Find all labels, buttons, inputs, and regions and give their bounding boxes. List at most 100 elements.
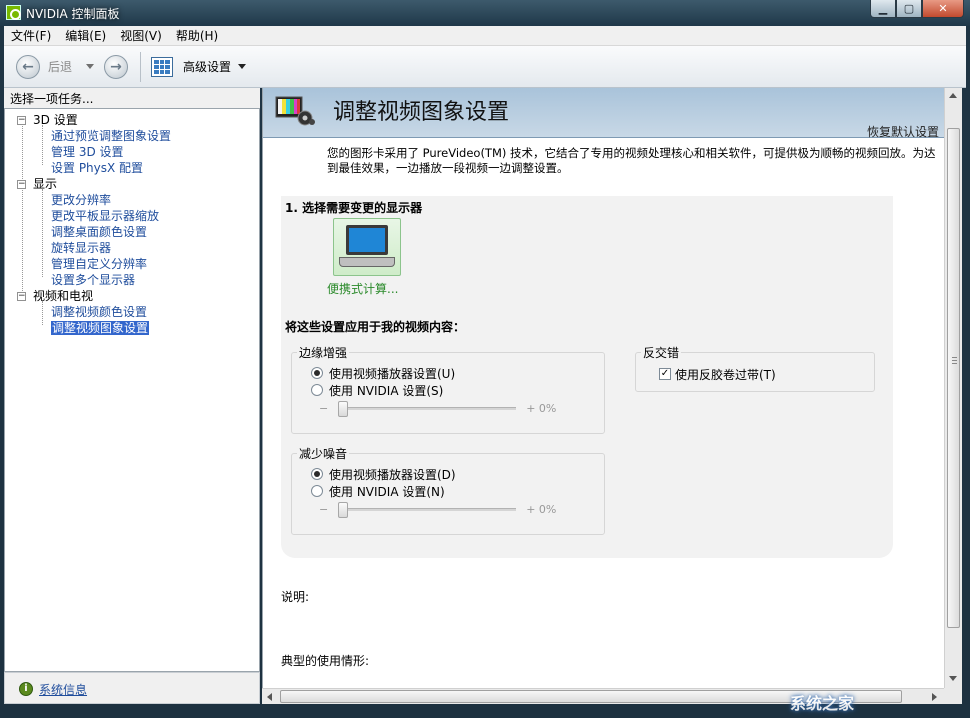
tree-item-manage-3d[interactable]: 管理 3D 设置 [51,145,124,159]
radio-unselected[interactable] [311,485,323,497]
noise-slider-thumb[interactable] [338,502,348,518]
chevron-down-icon[interactable] [238,64,246,69]
tree-group-label: 显示 [33,177,57,191]
scrollbar-corner [944,688,962,704]
checkbox-checked-icon[interactable]: ✓ [659,368,671,380]
scroll-down-icon[interactable] [949,676,957,681]
close-button[interactable]: ✕ [922,0,964,18]
maximize-button[interactable]: ▢ [896,0,922,18]
vertical-scrollbar[interactable] [944,88,962,688]
slider-value-label: + 0% [526,402,556,415]
edge-option1-label: 使用视频播放器设置(U) [329,365,455,382]
page-title: 调整视频图象设置 [333,94,509,126]
back-arrow-icon[interactable]: ← [16,55,40,79]
deinterlacing-legend: 反交错 [641,344,681,361]
window-controls: ▁ ▢ ✕ [870,0,964,18]
radio-unselected[interactable] [311,384,323,396]
menu-view[interactable]: 视图(V) [113,27,169,44]
tree-item-video-color[interactable]: 调整视频颜色设置 [51,305,147,319]
typical-usage-label: 典型的使用情形: [281,652,369,669]
inverse-telecine-label: 使用反胶卷过带(T) [675,366,776,383]
noise-option2-label: 使用 NVIDIA 设置(N) [329,483,445,500]
nvidia-app-icon [6,5,21,20]
step1-title: 1. 选择需要变更的显示器 [285,199,422,216]
apply-settings-title: 将这些设置应用于我的视频内容： [285,318,465,335]
tree-group-3d-settings[interactable]: − 3D 设置 [17,112,78,128]
edge-slider: − + 0% [319,400,556,416]
info-icon: i [19,682,33,696]
title-bar[interactable]: NVIDIA 控制面板 ▁ ▢ ✕ [0,0,970,26]
toolbar-separator [140,52,141,82]
menu-bar: 文件(F) 编辑(E) 视图(V) 帮助(H) [4,26,966,46]
tree-item-rotate[interactable]: 旋转显示器 [51,241,111,255]
tree-item-desktop-color[interactable]: 调整桌面颜色设置 [51,225,147,239]
back-button-label[interactable]: 后退 [48,58,72,75]
collapse-icon[interactable]: − [17,180,26,189]
tree-item-preview-image[interactable]: 通过预览调整图象设置 [51,129,171,143]
radio-selected[interactable] [311,367,323,379]
back-history-dropdown-icon[interactable] [86,64,94,69]
tree-group-label: 3D 设置 [33,113,78,127]
menu-file[interactable]: 文件(F) [4,27,58,44]
edge-player-setting-option[interactable]: 使用视频播放器设置(U) [311,365,455,381]
forward-arrow-icon[interactable]: → [104,55,128,79]
edge-slider-track[interactable] [338,407,516,410]
grid-view-icon[interactable] [151,57,173,77]
tree-group-label: 视频和电视 [33,289,93,303]
collapse-icon[interactable]: − [17,292,26,301]
tree-item-physx[interactable]: 设置 PhysX 配置 [51,161,143,175]
vertical-scroll-thumb[interactable] [947,128,960,628]
scroll-up-icon[interactable] [949,93,957,98]
window-title: NVIDIA 控制面板 [26,5,120,22]
left-footer: i 系统信息 [4,672,260,704]
edge-nvidia-setting-option[interactable]: 使用 NVIDIA 设置(S) [311,382,443,398]
page-banner: 调整视频图象设置 恢复默认设置 [263,88,944,138]
tree-item-resolution[interactable]: 更改分辨率 [51,193,111,207]
radio-selected[interactable] [311,468,323,480]
scroll-left-icon[interactable] [267,693,272,701]
inverse-telecine-option[interactable]: ✓ 使用反胶卷过带(T) [659,366,776,382]
restore-defaults-link[interactable]: 恢复默认设置 [867,123,939,140]
tree-line [22,123,23,299]
tree-item-multi-display[interactable]: 设置多个显示器 [51,273,135,287]
menu-help[interactable]: 帮助(H) [169,27,225,44]
noise-slider-track[interactable] [338,508,516,511]
noise-nvidia-setting-option[interactable]: 使用 NVIDIA 设置(N) [311,483,445,499]
tree-line [42,189,43,277]
noise-slider: − + 0% [319,501,556,517]
tree-item-custom-resolution[interactable]: 管理自定义分辨率 [51,257,147,271]
edge-option2-label: 使用 NVIDIA 设置(S) [329,382,443,399]
collapse-icon[interactable]: − [17,116,26,125]
task-header: 选择一项任务... [4,88,260,108]
system-info-link[interactable]: 系统信息 [39,681,87,698]
tree-line [42,125,43,165]
display-label[interactable]: 便携式计算... [327,280,398,297]
menu-edit[interactable]: 编辑(E) [58,27,113,44]
nvidia-control-panel-window: NVIDIA 控制面板 ▁ ▢ ✕ 文件(F) 编辑(E) 视图(V) 帮助(H… [0,0,970,718]
description-label: 说明: [281,588,309,605]
noise-option1-label: 使用视频播放器设置(D) [329,466,456,483]
noise-player-setting-option[interactable]: 使用视频播放器设置(D) [311,466,456,482]
laptop-base [339,257,395,267]
video-settings-icon [275,96,315,128]
toolbar: ← 后退 → 高级设置 [4,46,966,88]
noise-reduction-legend: 减少噪音 [297,445,349,462]
minimize-button[interactable]: ▁ [870,0,896,18]
slider-min-label: − [319,402,328,415]
tree-line [42,301,43,325]
tree-item-scaling[interactable]: 更改平板显示器缩放 [51,209,159,223]
display-laptop-tile[interactable] [333,218,401,276]
tree-group-video-tv[interactable]: − 视频和电视 [17,288,93,304]
edge-enhancement-legend: 边缘增强 [297,344,349,361]
intro-text: 您的图形卡采用了 PureVideo(TM) 技术，它结合了专用的视频处理核心和… [327,146,943,176]
tree-group-display[interactable]: − 显示 [17,176,57,192]
slider-value-label: + 0% [526,503,556,516]
tree-item-video-image-selected[interactable]: 调整视频图象设置 [51,321,149,335]
advanced-settings-button[interactable]: 高级设置 [183,58,231,75]
scroll-right-icon[interactable] [932,693,937,701]
edge-slider-thumb[interactable] [338,401,348,417]
watermark-logo: 系统之家 [790,690,854,714]
laptop-icon [346,225,388,255]
task-tree: − 3D 设置 通过预览调整图象设置 管理 3D 设置 设置 PhysX 配置 … [4,108,260,672]
slider-min-label: − [319,503,328,516]
